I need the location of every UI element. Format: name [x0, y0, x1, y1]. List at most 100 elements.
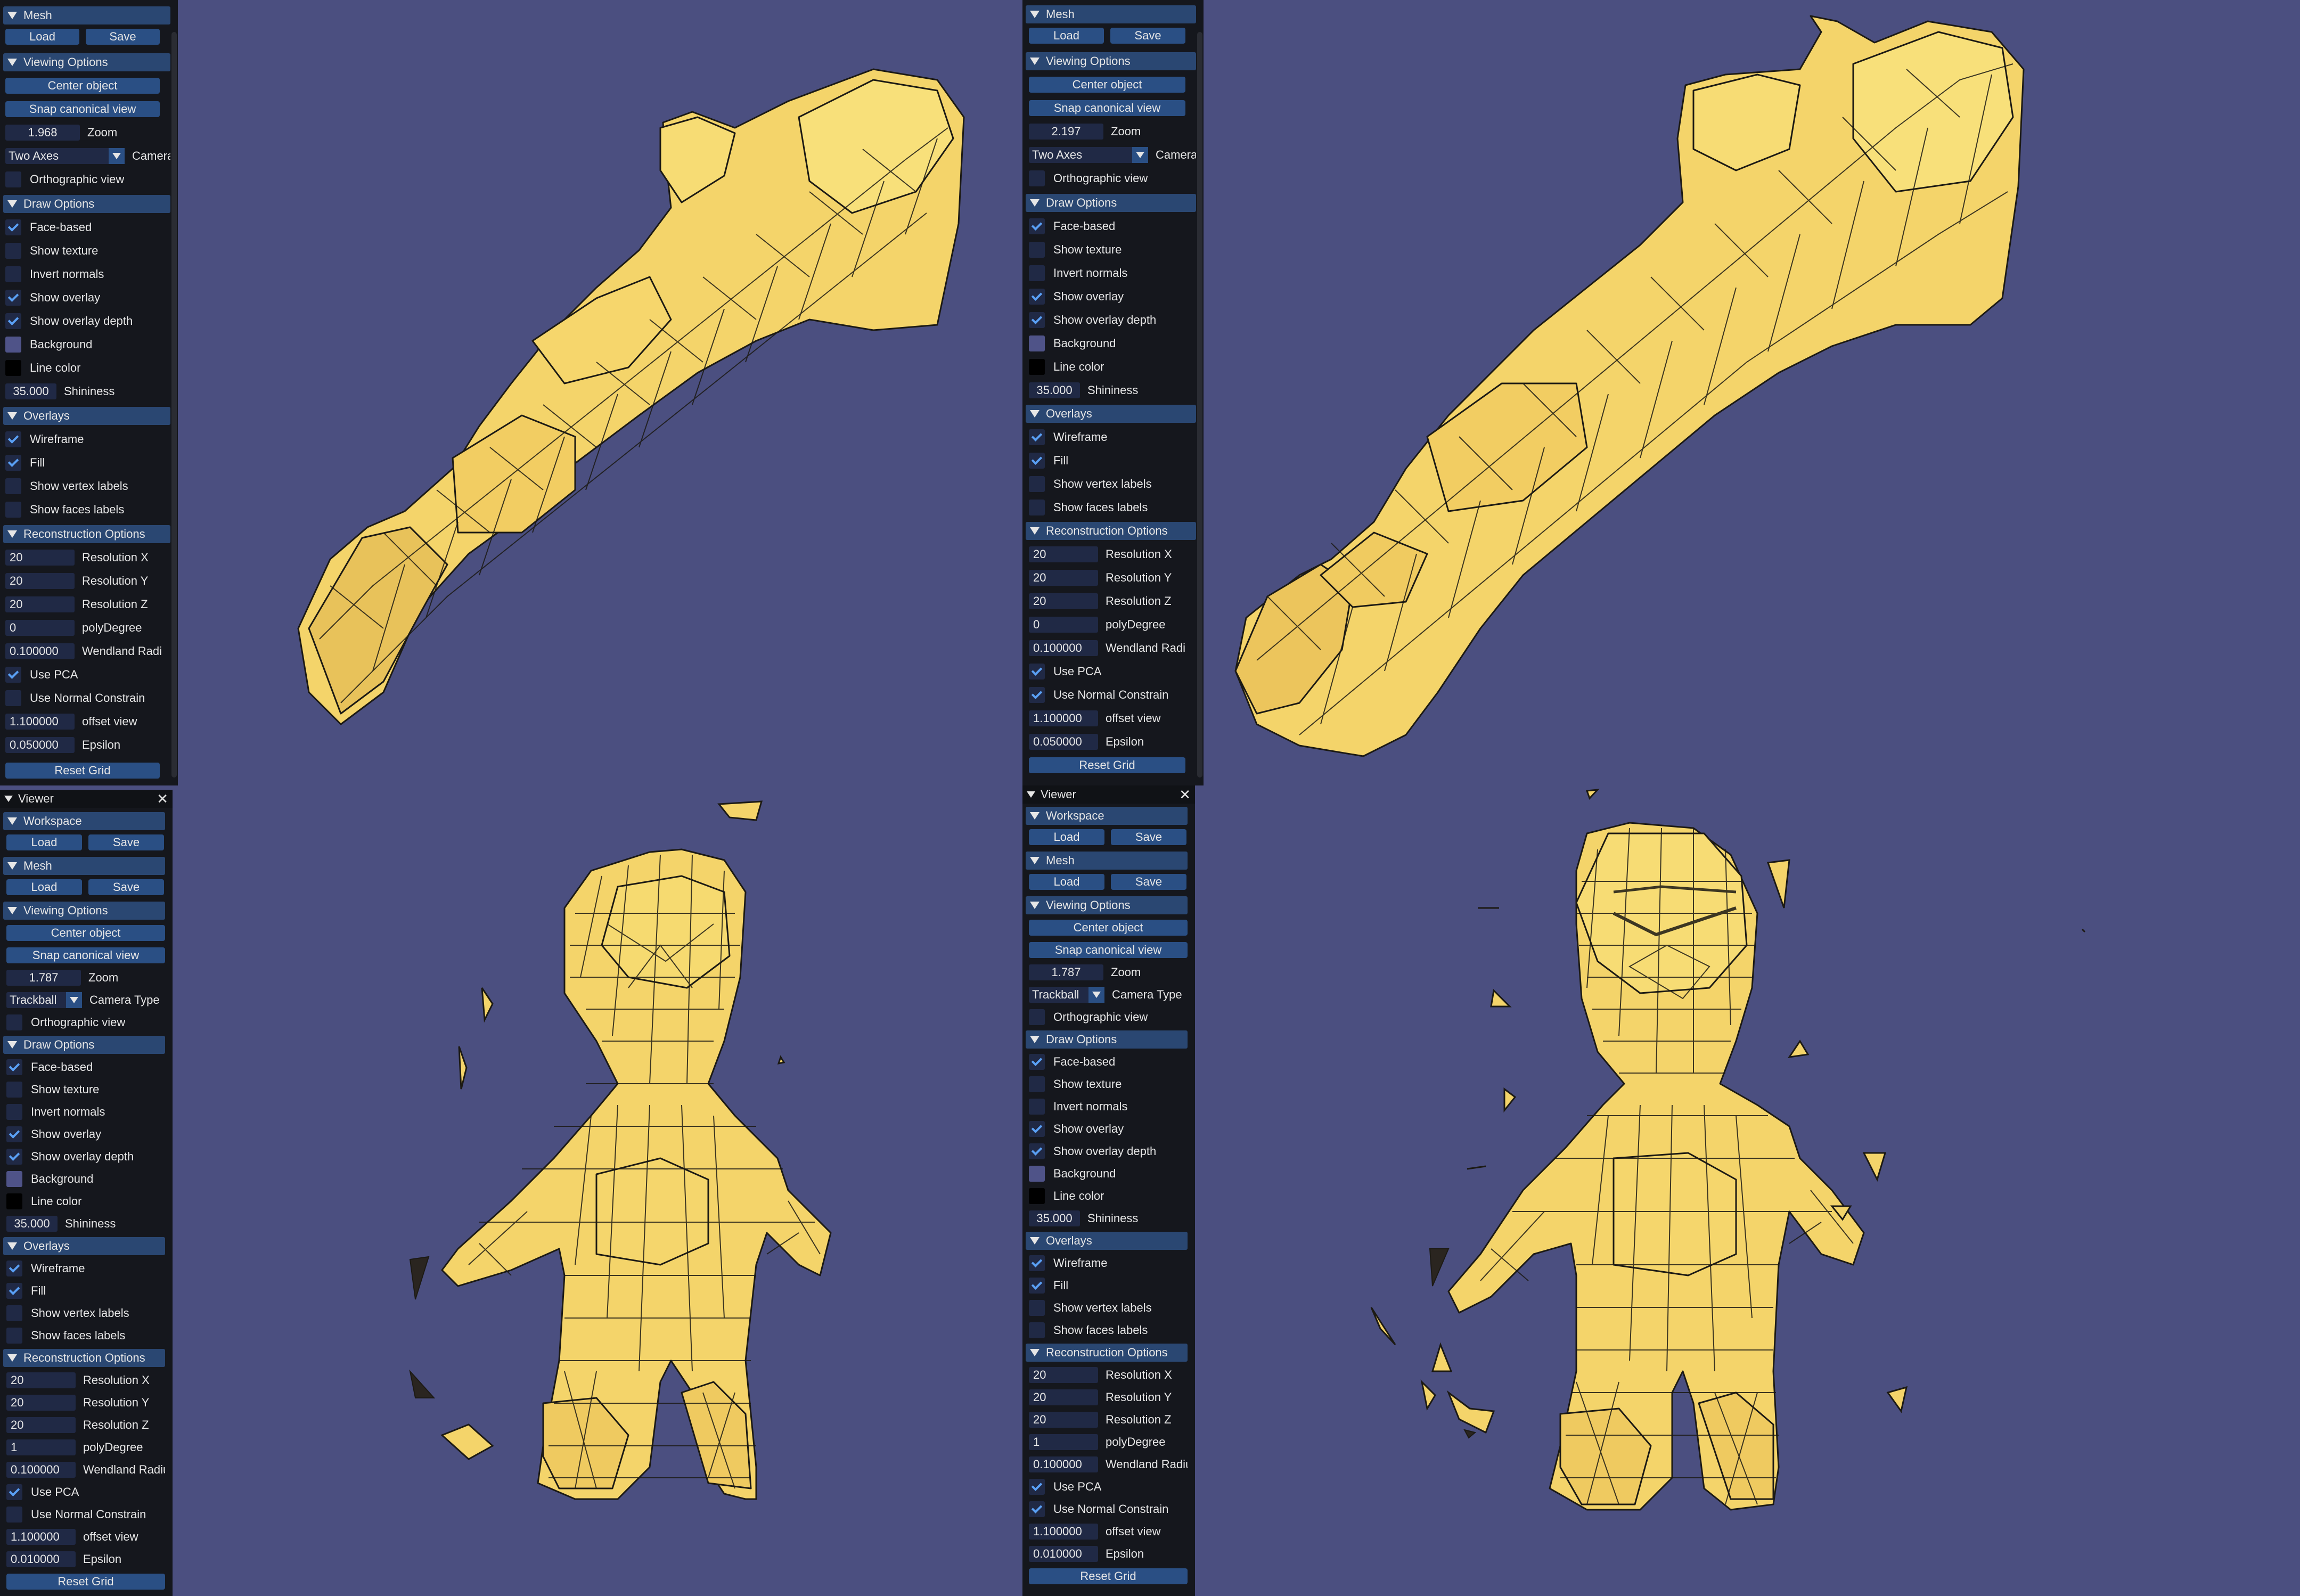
draw-options-header[interactable]: Draw Options — [3, 195, 170, 213]
fill-checkbox[interactable] — [6, 1283, 22, 1299]
offset-view-input[interactable]: 1.100000 — [5, 714, 75, 730]
orthographic-checkbox[interactable] — [1029, 170, 1045, 186]
reset-grid-button[interactable]: Reset Grid — [6, 1574, 165, 1590]
center-object-button[interactable]: Center object — [1029, 920, 1188, 936]
show-overlay-depth-checkbox[interactable] — [6, 1149, 22, 1165]
mesh-header[interactable]: Mesh — [1026, 5, 1196, 23]
poly-degree-input[interactable]: 1 — [1029, 1434, 1098, 1450]
workspace-save-button[interactable]: Save — [1111, 829, 1186, 845]
reconstruction-options-header[interactable]: Reconstruction Options — [1026, 522, 1196, 540]
mesh-save-button[interactable]: Save — [86, 29, 160, 45]
show-texture-checkbox[interactable] — [5, 243, 21, 259]
epsilon-input[interactable]: 0.050000 — [5, 737, 75, 753]
invert-normals-checkbox[interactable] — [6, 1104, 22, 1120]
mesh-load-button[interactable]: Load — [1029, 28, 1104, 44]
scrollbar[interactable] — [171, 32, 177, 777]
window-title-bar[interactable]: Viewer ✕ — [0, 790, 173, 808]
zoom-input[interactable]: 1.968 — [5, 125, 80, 141]
mesh-load-button[interactable]: Load — [1029, 874, 1104, 890]
face-based-checkbox[interactable] — [1029, 218, 1045, 234]
mesh-load-button[interactable]: Load — [5, 29, 79, 45]
viewing-options-header[interactable]: Viewing Options — [1026, 896, 1188, 914]
scrollbar[interactable] — [1197, 32, 1202, 777]
show-faces-labels-checkbox[interactable] — [1029, 500, 1045, 515]
use-pca-checkbox[interactable] — [6, 1484, 22, 1500]
reconstruction-options-header[interactable]: Reconstruction Options — [3, 1349, 165, 1367]
epsilon-input[interactable]: 0.010000 — [6, 1551, 76, 1567]
shininess-input[interactable]: 35.000 — [5, 383, 56, 399]
overlays-header[interactable]: Overlays — [1026, 405, 1196, 423]
camera-type-select[interactable]: Trackball — [1029, 987, 1104, 1003]
show-texture-checkbox[interactable] — [1029, 242, 1045, 258]
wireframe-checkbox[interactable] — [6, 1261, 22, 1276]
resolution-z-input[interactable]: 20 — [1029, 593, 1098, 609]
background-color-swatch[interactable] — [1029, 335, 1045, 351]
epsilon-input[interactable]: 0.050000 — [1029, 734, 1098, 750]
background-color-swatch[interactable] — [1029, 1166, 1045, 1182]
face-based-checkbox[interactable] — [5, 219, 21, 235]
workspace-load-button[interactable]: Load — [6, 834, 82, 850]
reset-grid-button[interactable]: Reset Grid — [1029, 757, 1185, 773]
resolution-z-input[interactable]: 20 — [6, 1417, 76, 1433]
show-vertex-labels-checkbox[interactable] — [1029, 476, 1045, 492]
draw-options-header[interactable]: Draw Options — [1026, 1030, 1188, 1049]
center-object-button[interactable]: Center object — [1029, 77, 1185, 93]
wendland-radius-input[interactable]: 0.100000 — [1029, 1456, 1098, 1472]
wendland-radius-input[interactable]: 0.100000 — [5, 643, 75, 659]
zoom-input[interactable]: 1.787 — [6, 970, 81, 986]
viewport-top-left[interactable]: Mesh Load Save Viewing Options Center obj… — [0, 0, 1022, 785]
camera-type-select[interactable]: Trackball — [6, 992, 82, 1008]
show-texture-checkbox[interactable] — [1029, 1076, 1045, 1092]
zoom-input[interactable]: 1.787 — [1029, 964, 1103, 980]
center-object-button[interactable]: Center object — [6, 925, 165, 941]
shininess-input[interactable]: 35.000 — [6, 1216, 58, 1232]
line-color-swatch[interactable] — [1029, 359, 1045, 375]
workspace-save-button[interactable]: Save — [88, 834, 164, 850]
show-faces-labels-checkbox[interactable] — [5, 502, 21, 518]
mesh-save-button[interactable]: Save — [88, 879, 164, 895]
resolution-y-input[interactable]: 20 — [6, 1395, 76, 1411]
viewport-top-right[interactable]: Mesh Load Save Viewing Options Center obj… — [1022, 0, 2300, 785]
epsilon-input[interactable]: 0.010000 — [1029, 1546, 1098, 1562]
viewing-options-header[interactable]: Viewing Options — [1026, 52, 1196, 70]
show-faces-labels-checkbox[interactable] — [1029, 1322, 1045, 1338]
resolution-x-input[interactable]: 20 — [6, 1372, 76, 1388]
poly-degree-input[interactable]: 0 — [1029, 617, 1098, 633]
resolution-z-input[interactable]: 20 — [5, 596, 75, 612]
window-title-bar[interactable]: Viewer ✕ — [1022, 785, 1195, 804]
camera-type-select[interactable]: Two Axes — [1029, 147, 1148, 163]
camera-type-select[interactable]: Two Axes — [5, 148, 125, 164]
workspace-header[interactable]: Workspace — [3, 812, 165, 830]
wendland-radius-input[interactable]: 0.100000 — [1029, 640, 1098, 656]
overlays-header[interactable]: Overlays — [1026, 1232, 1188, 1250]
show-overlay-depth-checkbox[interactable] — [5, 313, 21, 329]
poly-degree-input[interactable]: 0 — [5, 620, 75, 636]
resolution-x-input[interactable]: 20 — [5, 550, 75, 566]
mesh-header[interactable]: Mesh — [3, 857, 165, 875]
show-vertex-labels-checkbox[interactable] — [5, 478, 21, 494]
overlays-header[interactable]: Overlays — [3, 1237, 165, 1255]
reconstruction-options-header[interactable]: Reconstruction Options — [1026, 1344, 1188, 1362]
close-icon[interactable]: ✕ — [157, 791, 168, 807]
fill-checkbox[interactable] — [1029, 453, 1045, 469]
orthographic-checkbox[interactable] — [5, 171, 21, 187]
use-pca-checkbox[interactable] — [5, 667, 21, 683]
orthographic-checkbox[interactable] — [6, 1014, 22, 1030]
viewport-bottom-left[interactable]: Viewer ✕ Workspace Load Save Mesh Load Save… — [0, 785, 1022, 1596]
center-object-button[interactable]: Center object — [5, 78, 160, 94]
show-faces-labels-checkbox[interactable] — [6, 1328, 22, 1344]
offset-view-input[interactable]: 1.100000 — [1029, 1524, 1098, 1540]
snap-canonical-view-button[interactable]: Snap canonical view — [1029, 942, 1188, 958]
line-color-swatch[interactable] — [1029, 1188, 1045, 1204]
draw-options-header[interactable]: Draw Options — [1026, 194, 1196, 212]
overlays-header[interactable]: Overlays — [3, 407, 170, 425]
fill-checkbox[interactable] — [5, 455, 21, 471]
show-vertex-labels-checkbox[interactable] — [1029, 1300, 1045, 1316]
show-overlay-checkbox[interactable] — [6, 1126, 22, 1142]
mesh-save-button[interactable]: Save — [1110, 28, 1185, 44]
draw-options-header[interactable]: Draw Options — [3, 1036, 165, 1054]
resolution-x-input[interactable]: 20 — [1029, 546, 1098, 562]
invert-normals-checkbox[interactable] — [1029, 1099, 1045, 1115]
snap-canonical-view-button[interactable]: Snap canonical view — [6, 947, 165, 963]
show-overlay-checkbox[interactable] — [1029, 289, 1045, 305]
